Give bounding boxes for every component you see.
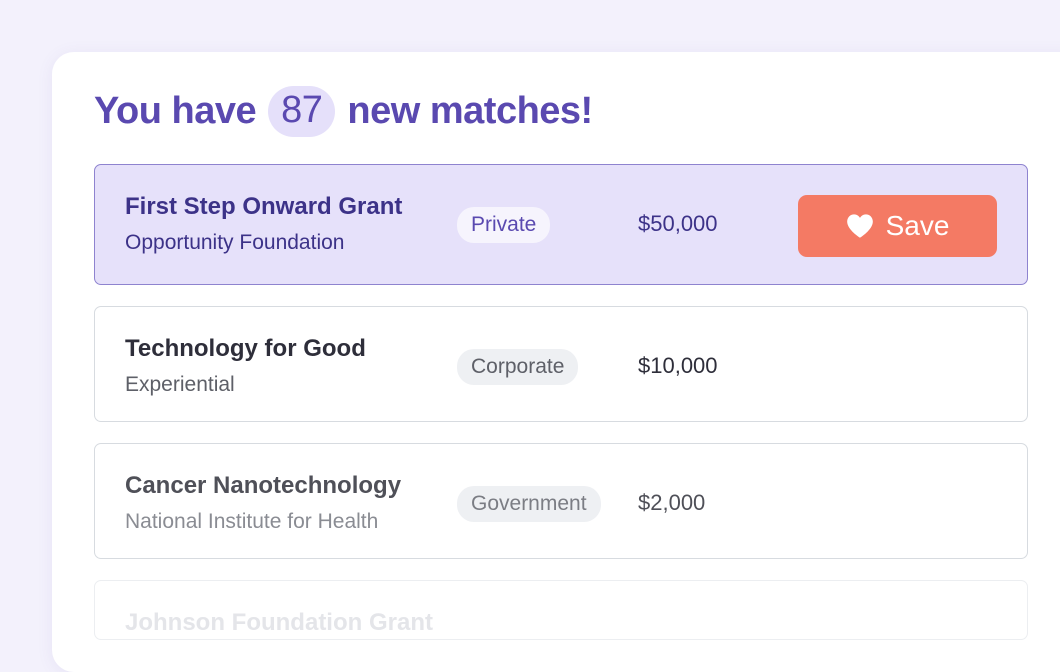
match-count-badge: 87 <box>268 86 336 137</box>
heart-icon <box>846 214 873 238</box>
grant-name: Cancer Nanotechnology <box>125 472 402 499</box>
match-row-first-step-onward-grant[interactable]: First Step Onward Grant Opportunity Foun… <box>94 164 1028 285</box>
grant-type-badge: Private <box>457 207 551 243</box>
grant-type-badge: Corporate <box>457 349 579 385</box>
grant-organization: Experiential <box>125 373 235 396</box>
page-title: You have 87 new matches! <box>94 86 593 137</box>
grant-name: Johnson Foundation Grant <box>125 609 433 636</box>
grant-organization: Opportunity Foundation <box>125 231 345 254</box>
grant-amount: $10,000 <box>638 353 718 378</box>
match-row-technology-for-good[interactable]: Technology for Good Experiential Corpora… <box>94 306 1028 422</box>
grant-name: First Step Onward Grant <box>125 193 403 220</box>
grant-name: Technology for Good <box>125 335 366 362</box>
title-suffix: new matches! <box>347 90 593 132</box>
grant-organization: National Institute for Health <box>125 510 379 533</box>
save-button-label: Save <box>885 210 950 241</box>
match-row-johnson-foundation-grant[interactable]: Johnson Foundation Grant <box>94 580 1028 640</box>
grant-amount: $50,000 <box>638 211 718 236</box>
grant-type-badge: Government <box>457 486 601 522</box>
title-prefix: You have <box>94 90 257 132</box>
match-row-cancer-nanotechnology[interactable]: Cancer Nanotechnology National Institute… <box>94 443 1028 559</box>
save-button[interactable]: Save <box>798 195 997 257</box>
grant-amount: $2,000 <box>638 490 706 515</box>
